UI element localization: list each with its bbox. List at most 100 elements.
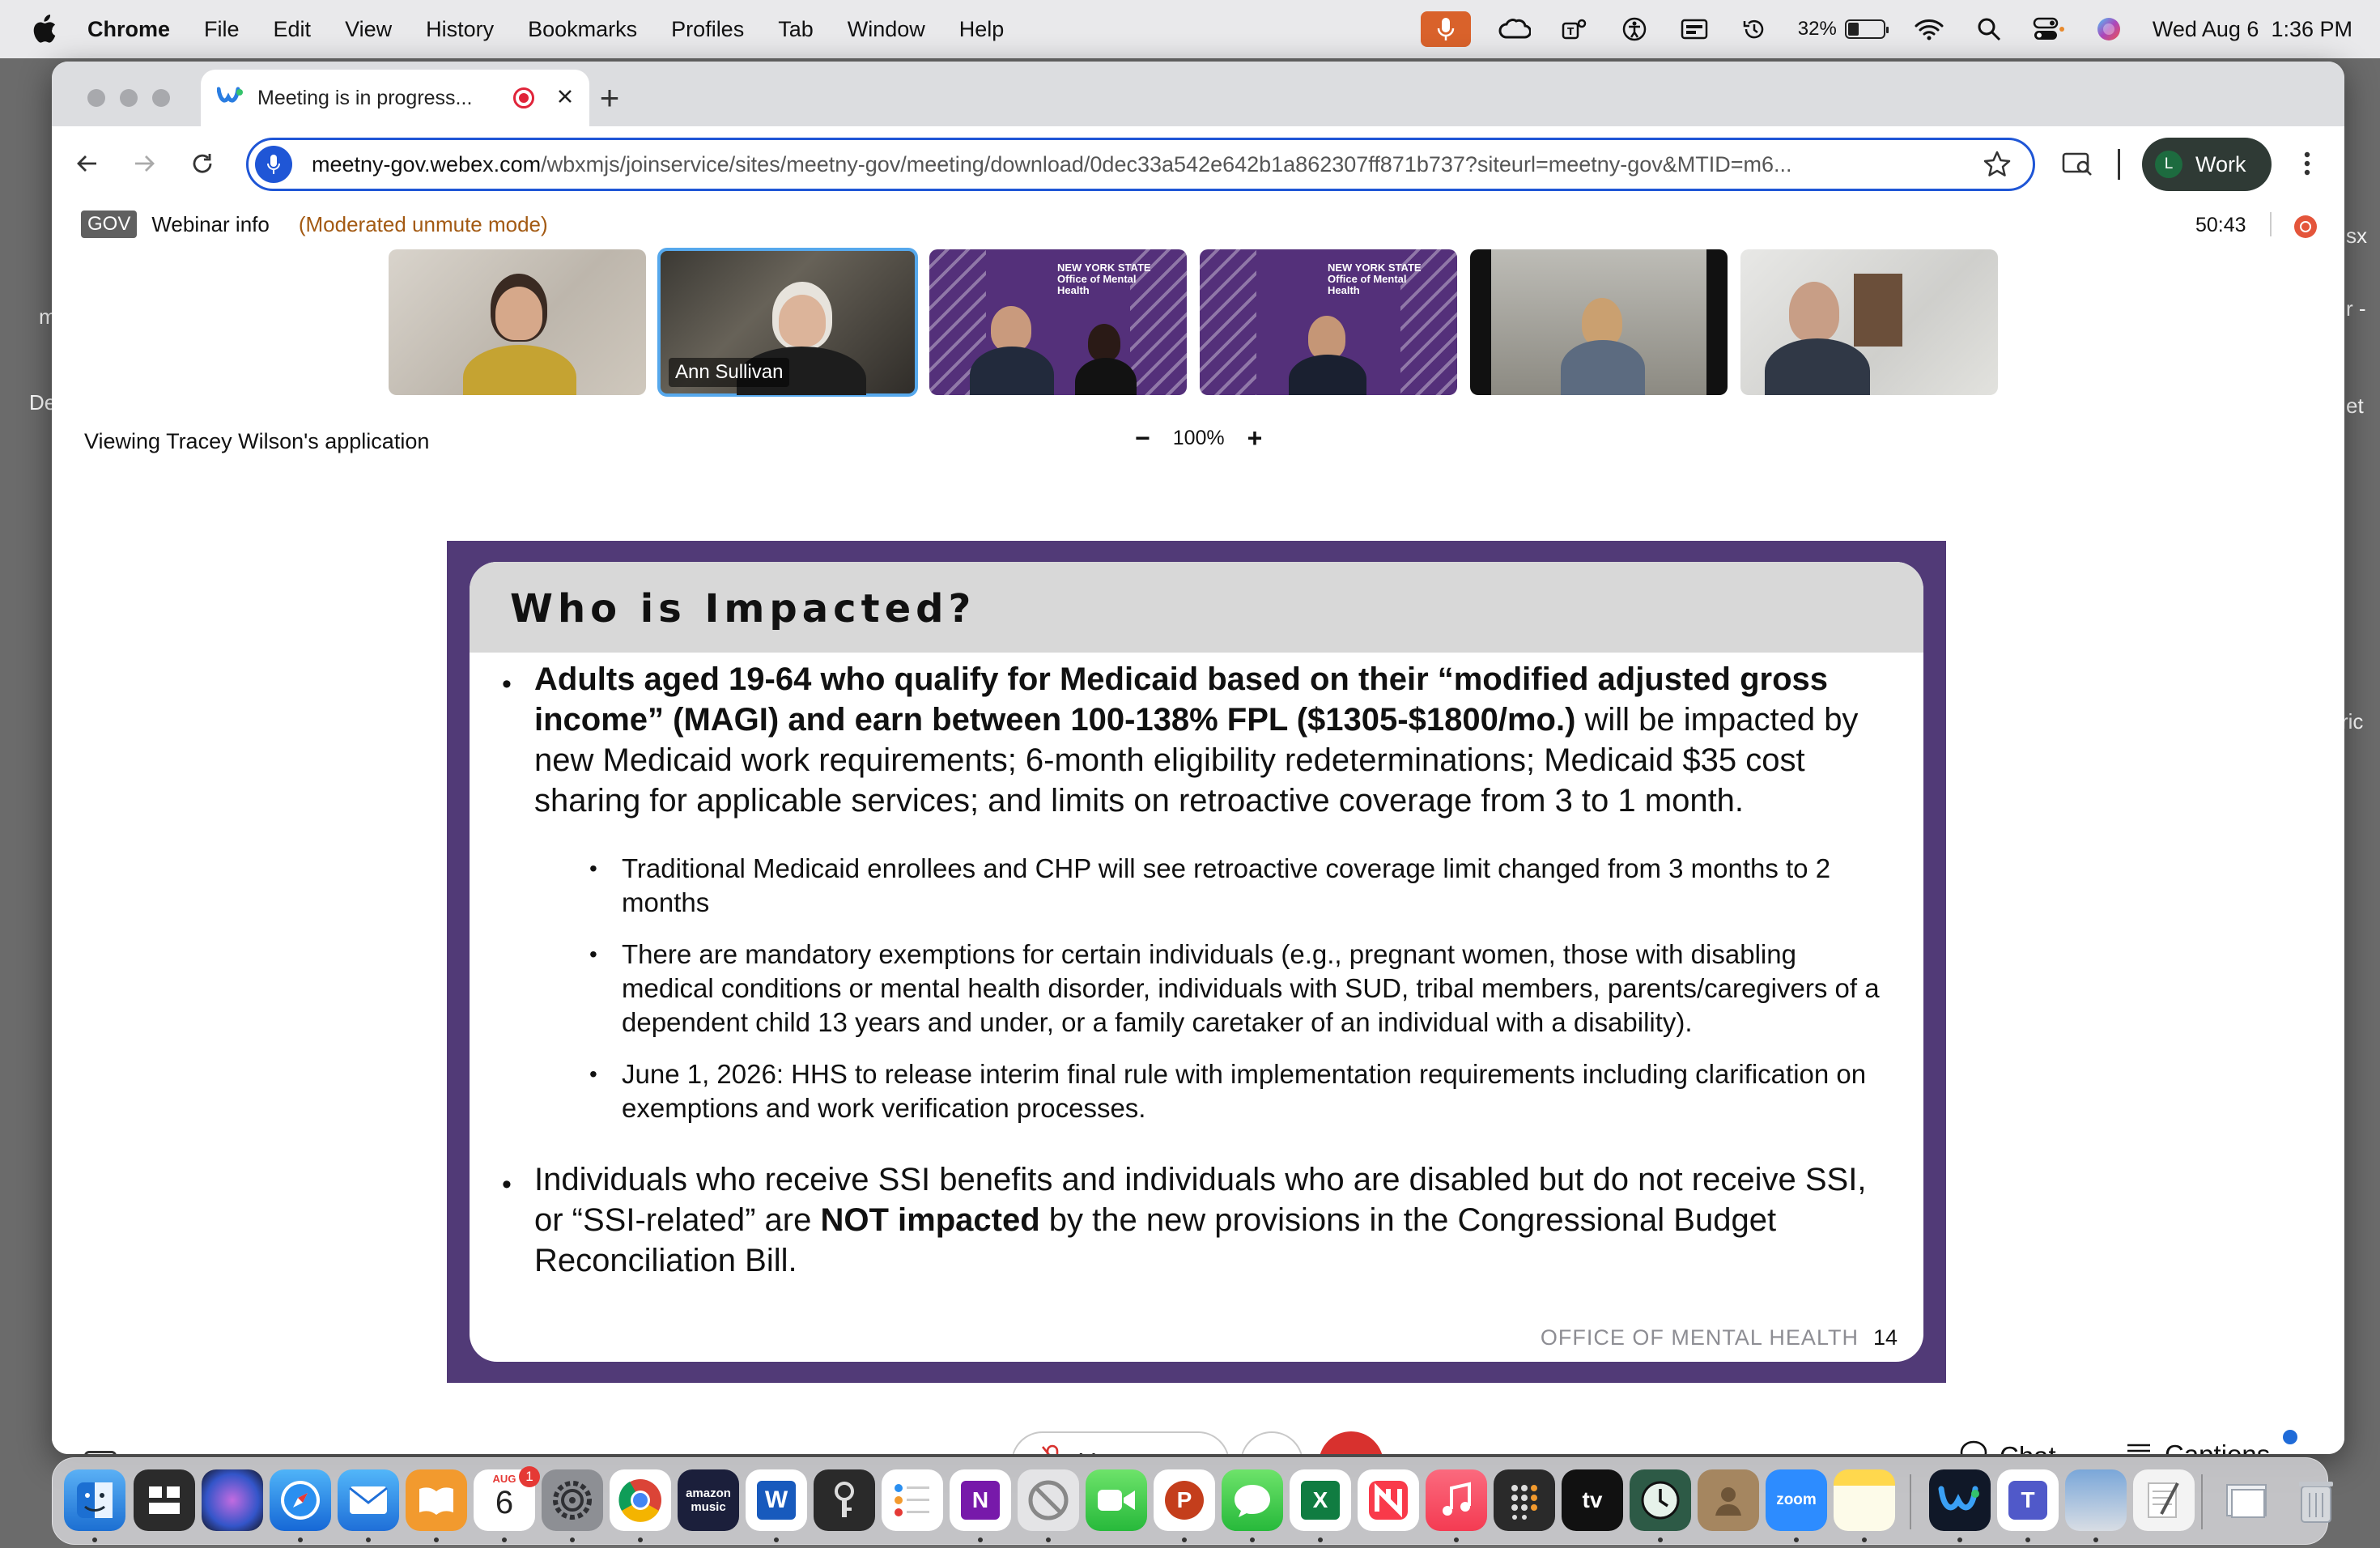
calculator-icon[interactable] [1494, 1469, 1555, 1531]
tab-close-icon[interactable] [557, 87, 573, 110]
zoom-app-icon[interactable]: zoom [1766, 1469, 1827, 1531]
chrome-icon[interactable] [610, 1469, 671, 1531]
siri-icon[interactable] [2093, 13, 2125, 45]
preview-icon[interactable] [2065, 1469, 2127, 1531]
reload-icon[interactable] [185, 146, 220, 181]
zoom-in-button[interactable]: + [1247, 425, 1263, 451]
dock-separator [2201, 1474, 2203, 1529]
more-options-button[interactable]: ··· [1240, 1431, 1303, 1454]
chevron-down-icon[interactable] [1183, 1448, 1201, 1454]
video-strip: Ann Sullivan NEW YORK STATE Office of Me… [389, 248, 1998, 397]
time-machine-icon[interactable] [1738, 13, 1770, 45]
tab-meeting[interactable]: Meeting is in progress... [201, 70, 589, 126]
powerpoint-icon[interactable]: P [1154, 1469, 1215, 1531]
leave-meeting-button[interactable] [1319, 1431, 1383, 1454]
textedit-icon[interactable] [2133, 1469, 2195, 1531]
site-microphone-icon[interactable] [255, 146, 292, 183]
facetime-icon[interactable] [1086, 1469, 1147, 1531]
unmute-button[interactable]: Unmute [1011, 1431, 1230, 1454]
menu-tab[interactable]: Tab [778, 17, 814, 42]
desktop-text-fragment: ric [2341, 709, 2364, 734]
participant-video-tile[interactable] [389, 249, 646, 395]
display-icon[interactable] [1678, 13, 1711, 45]
clock[interactable]: Wed Aug 6 1:36 PM [2153, 17, 2352, 42]
participant-video-tile[interactable] [1470, 249, 1728, 395]
sub-bullet-text: Traditional Medicaid enrollees and CHP w… [622, 853, 1831, 917]
menu-app-name[interactable]: Chrome [87, 17, 170, 42]
window-zoom-button[interactable] [152, 89, 170, 107]
amazon-music-icon[interactable]: amazon music [678, 1469, 739, 1531]
participant-video-tile[interactable]: NEW YORK STATE Office of Mental Health [929, 249, 1187, 395]
mail-icon[interactable] [338, 1469, 399, 1531]
music-icon[interactable] [1426, 1469, 1487, 1531]
accessibility-icon[interactable] [1618, 13, 1651, 45]
participant-video-tile-active[interactable]: Ann Sullivan [657, 248, 918, 397]
back-arrow-icon[interactable] [70, 146, 105, 181]
window-close-button[interactable] [87, 89, 105, 107]
safari-icon[interactable] [270, 1469, 331, 1531]
share-zoom-control: − 100% + [1135, 425, 1263, 451]
news-icon[interactable] [1358, 1469, 1419, 1531]
control-center-icon[interactable] [2033, 13, 2065, 45]
webex-app-icon[interactable] [1929, 1469, 1991, 1531]
apple-tv-icon[interactable]: tv [1562, 1469, 1623, 1531]
downloads-stack-icon[interactable] [2217, 1469, 2279, 1531]
calendar-day: 6 [495, 1485, 514, 1520]
system-settings-icon[interactable] [542, 1469, 603, 1531]
teams-app-icon[interactable]: T [1997, 1469, 2059, 1531]
keychain-icon[interactable] [814, 1469, 875, 1531]
microphone-in-use-icon[interactable] [1420, 11, 1471, 47]
spotlight-search-icon[interactable] [1973, 13, 2005, 45]
closed-caption-icon[interactable]: CC [84, 1451, 117, 1454]
address-bar[interactable]: meetny-gov.webex.com/wbxmjs/joinservice/… [246, 138, 2035, 191]
menu-view[interactable]: View [345, 17, 392, 42]
recording-icon[interactable] [2294, 215, 2317, 238]
captions-button[interactable]: Captions [2126, 1440, 2270, 1454]
menu-window[interactable]: Window [848, 17, 925, 42]
apple-icon[interactable] [31, 15, 60, 44]
webinar-info-button[interactable]: Webinar info [151, 212, 270, 237]
zoom-out-button[interactable]: − [1135, 425, 1150, 451]
menu-bookmarks[interactable]: Bookmarks [528, 17, 637, 42]
trash-icon[interactable] [2285, 1469, 2347, 1531]
chrome-menu-icon[interactable] [2289, 146, 2325, 181]
menu-file[interactable]: File [204, 17, 240, 42]
excel-icon[interactable]: X [1290, 1469, 1351, 1531]
menu-help[interactable]: Help [959, 17, 1005, 42]
menu-bar: Chrome File Edit View History Bookmarks … [0, 0, 2380, 58]
new-tab-button[interactable]: + [589, 79, 630, 117]
tab-search-icon[interactable] [2058, 146, 2098, 181]
books-icon[interactable] [406, 1469, 467, 1531]
battery-level [1847, 23, 1859, 36]
notes-icon[interactable] [1834, 1469, 1895, 1531]
url-path: /wbxmjs/joinservice/sites/meetny-gov/mee… [541, 151, 1792, 176]
time-machine-app-icon[interactable] [1630, 1469, 1691, 1531]
onenote-icon[interactable]: N [950, 1469, 1011, 1531]
chat-button[interactable]: Chat [1959, 1440, 2056, 1454]
forward-arrow-icon[interactable] [126, 146, 162, 181]
siri-app-icon[interactable] [202, 1469, 263, 1531]
teams-tray-icon[interactable]: T [1558, 13, 1591, 45]
desktop-text-fragment: r - [2346, 296, 2366, 321]
menu-profiles[interactable]: Profiles [671, 17, 744, 42]
slide-sub-list: • Traditional Medicaid enrollees and CHP … [589, 852, 1894, 1125]
participant-video-tile[interactable] [1740, 249, 1998, 395]
window-minimize-button[interactable] [120, 89, 138, 107]
chat-label: Chat [2000, 1441, 2056, 1454]
no-entry-app-icon[interactable] [1018, 1469, 1079, 1531]
mission-control-icon[interactable] [134, 1469, 195, 1531]
finder-icon[interactable] [64, 1469, 125, 1531]
battery-status[interactable]: 32% [1798, 18, 1889, 40]
wifi-icon[interactable] [1913, 13, 1945, 45]
powerpoint-letter: P [1165, 1481, 1204, 1520]
participant-video-tile[interactable]: NEW YORK STATE Office of Mental Health [1200, 249, 1457, 395]
creative-cloud-icon[interactable] [1498, 13, 1531, 45]
menu-edit[interactable]: Edit [274, 17, 312, 42]
messages-icon[interactable] [1222, 1469, 1283, 1531]
bookmark-star-icon[interactable] [1983, 150, 2012, 183]
word-icon[interactable]: W [746, 1469, 807, 1531]
menu-history[interactable]: History [426, 17, 494, 42]
profile-button[interactable]: L Work [2142, 138, 2272, 191]
contacts-icon[interactable] [1698, 1469, 1759, 1531]
reminders-icon[interactable] [882, 1469, 943, 1531]
